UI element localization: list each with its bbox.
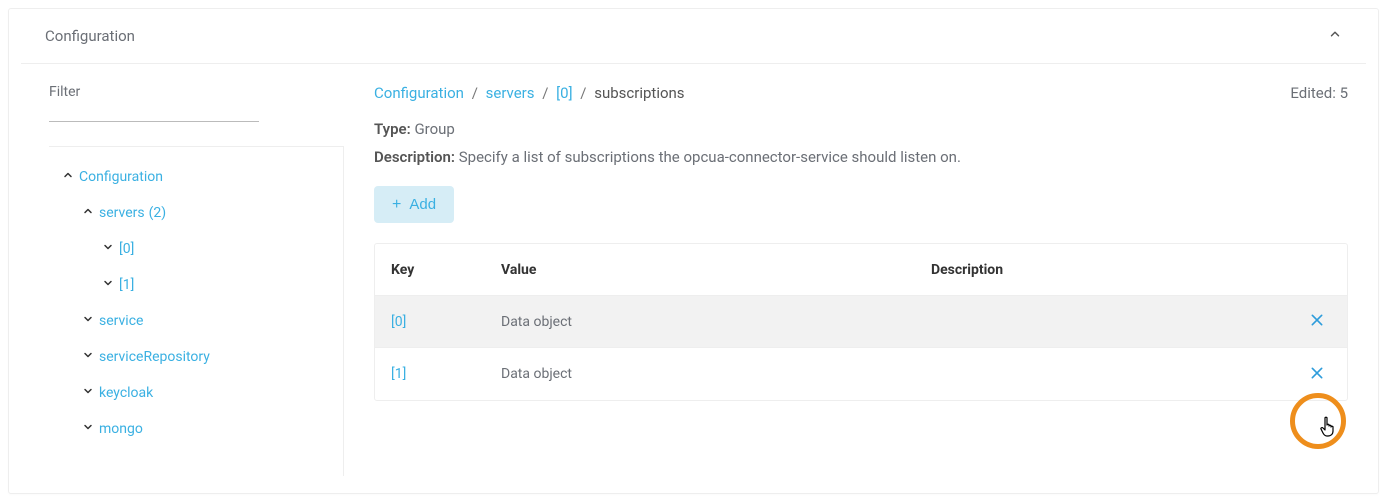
breadcrumb-sep: / (580, 84, 586, 102)
tree-item-servicerepository[interactable]: serviceRepository (49, 339, 343, 375)
panel-title: Configuration (45, 27, 135, 45)
add-button-label: Add (409, 196, 436, 213)
tree-label: [0] (119, 241, 134, 257)
breadcrumb-link-0[interactable]: [0] (556, 84, 572, 102)
pointer-cursor-icon (1320, 416, 1340, 440)
tree-item-server-0[interactable]: [0] (49, 231, 343, 267)
breadcrumb-row: Configuration / servers / [0] / subscrip… (374, 84, 1348, 102)
chevron-down-icon (77, 385, 99, 401)
tree-view[interactable]: Configuration servers (2) [0] [1] (49, 146, 344, 476)
tree-item-configuration[interactable]: Configuration (49, 159, 343, 195)
row-value: Data object (501, 366, 931, 382)
add-button[interactable]: + Add (374, 186, 454, 223)
tree-item-server-1[interactable]: [1] (49, 267, 343, 303)
description-value: Specify a list of subscriptions the opcu… (459, 148, 961, 166)
annotation-highlight-ring (1290, 393, 1346, 449)
table-header: Key Value Description (375, 244, 1347, 296)
description-label: Description (374, 148, 451, 166)
tree-count: (2) (149, 205, 167, 221)
tree-label: service (99, 313, 143, 329)
edited-value: 5 (1340, 84, 1348, 102)
subscriptions-table: Key Value Description [0] Data object (374, 243, 1348, 401)
tree-item-keycloak[interactable]: keycloak (49, 375, 343, 411)
breadcrumb-current: subscriptions (594, 84, 684, 102)
close-icon (1309, 312, 1325, 328)
sidebar: Filter Configuration servers (2) [0] (9, 64, 354, 488)
chevron-up-icon (57, 169, 79, 185)
main-content: Configuration / servers / [0] / subscrip… (354, 64, 1378, 488)
chevron-up-icon (77, 205, 99, 221)
panel-header: Configuration (21, 9, 1366, 64)
breadcrumb: Configuration / servers / [0] / subscrip… (374, 84, 685, 102)
tree-item-mongo[interactable]: mongo (49, 411, 343, 447)
breadcrumb-sep: / (542, 84, 548, 102)
close-icon (1309, 365, 1325, 381)
type-line: Type: Group (374, 120, 1348, 138)
panel-body: Filter Configuration servers (2) [0] (9, 64, 1378, 488)
chevron-down-icon (77, 421, 99, 437)
chevron-up-icon (1328, 27, 1342, 41)
type-label: Type (374, 120, 407, 138)
plus-icon: + (392, 197, 401, 213)
filter-label: Filter (49, 84, 344, 100)
chevron-down-icon (97, 241, 119, 257)
breadcrumb-link-servers[interactable]: servers (486, 84, 535, 102)
header-value: Value (501, 262, 931, 278)
tree-label: serviceRepository (99, 349, 210, 365)
edited-label: Edited: (1290, 84, 1335, 102)
delete-row-button[interactable] (1303, 359, 1331, 390)
breadcrumb-link-configuration[interactable]: Configuration (374, 84, 464, 102)
chevron-down-icon (77, 349, 99, 365)
row-key-link[interactable]: [1] (391, 366, 406, 382)
chevron-down-icon (77, 313, 99, 329)
tree-item-service[interactable]: service (49, 303, 343, 339)
row-value: Data object (501, 314, 931, 330)
table-row[interactable]: [1] Data object (375, 348, 1347, 400)
tree-label: Configuration (79, 169, 163, 185)
type-value: Group (414, 120, 454, 138)
delete-row-button[interactable] (1303, 306, 1331, 337)
tree-label: servers (99, 205, 145, 221)
filter-input[interactable] (49, 104, 259, 122)
breadcrumb-sep: / (472, 84, 478, 102)
edited-counter: Edited: 5 (1290, 84, 1348, 102)
chevron-down-icon (97, 277, 119, 293)
description-line: Description: Specify a list of subscript… (374, 148, 1348, 166)
header-key: Key (391, 262, 501, 278)
tree-label: keycloak (99, 385, 153, 401)
tree-label: mongo (99, 421, 143, 437)
tree-item-servers[interactable]: servers (2) (49, 195, 343, 231)
table-row[interactable]: [0] Data object (375, 296, 1347, 348)
header-description: Description (931, 262, 1291, 278)
panel-collapse-toggle[interactable] (1328, 27, 1342, 45)
tree-label: [1] (119, 277, 134, 293)
configuration-panel: Configuration Filter Configuration serve… (8, 8, 1379, 494)
row-key-link[interactable]: [0] (391, 314, 406, 330)
